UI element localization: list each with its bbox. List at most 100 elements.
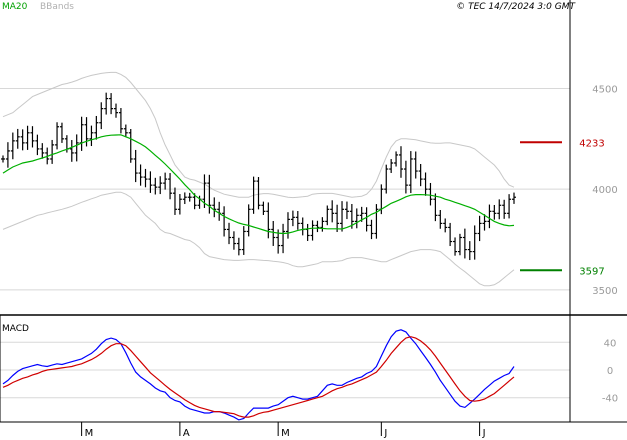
ohlc-bar [433, 193, 438, 222]
ohlc-bar [163, 172, 168, 190]
month-label: M [85, 428, 94, 439]
ohlc-bar [369, 219, 374, 240]
macd-tick-label: -40 [602, 394, 618, 405]
axes: 3500 4000 4500 40 0 -40 M A M J J [0, 0, 627, 439]
ohlc-bar [443, 218, 448, 233]
ohlc-bar [374, 204, 379, 239]
ohlc-bar [305, 223, 310, 241]
price-tick-label: 3500 [592, 286, 617, 297]
month-label: A [183, 428, 190, 439]
ohlc-bar [281, 223, 286, 254]
ohlc-bar [114, 103, 119, 118]
ohlc-bar [143, 168, 148, 188]
ohlc-bar [413, 151, 418, 179]
ohlc-bar [187, 192, 192, 202]
ohlc-bar [25, 125, 30, 150]
ohlc-bar [217, 201, 222, 221]
price-tick-label: 4500 [592, 85, 617, 96]
ohlc-bar [231, 231, 236, 250]
month-label: J [383, 428, 387, 439]
ohlc-bar [1, 155, 5, 163]
ohlc-bar [438, 209, 443, 229]
ohlc-bar [69, 140, 74, 162]
ohlc-bar [172, 187, 177, 215]
ohlc-bar [182, 192, 187, 205]
ohlc-bar [40, 143, 45, 159]
ohlc-bar [15, 128, 20, 149]
ohlc-bar [300, 217, 305, 236]
ohlc-bar [222, 206, 227, 237]
ohlc-bar [507, 194, 512, 219]
ohlc-bar [30, 126, 35, 148]
macd-series-line [2, 329, 515, 421]
ohlc-bar [123, 124, 128, 138]
ohlc-bar [138, 164, 143, 186]
ohlc-bar [168, 173, 173, 200]
ohlc-bar [118, 108, 123, 134]
price-levels: 4233 3597 [520, 138, 605, 277]
ohlc-bar [59, 122, 64, 143]
month-label: M [281, 428, 290, 439]
ohlc-bar [5, 142, 10, 168]
ohlc-bar [457, 233, 462, 256]
macd-panel [2, 329, 515, 421]
ohlc-bar [236, 237, 241, 256]
signal-series-line [2, 336, 515, 418]
ohlc-bar [74, 134, 79, 162]
ohlc-bar [330, 200, 335, 223]
ohlc-bar [325, 205, 330, 226]
ohlc-bar [335, 204, 340, 232]
ohlc-bar [344, 201, 349, 220]
ohlc-bar [128, 128, 133, 163]
ohlc-bar [266, 202, 271, 239]
ohlc-bar [241, 226, 246, 255]
ohlc-bar [512, 192, 516, 204]
ohlc-bar [492, 204, 497, 220]
support-label: 3597 [579, 266, 604, 277]
macd-tick-label: 0 [607, 366, 613, 377]
ohlc-bar [94, 115, 99, 140]
ohlc-bar [453, 237, 458, 256]
price-chart: 4233 3597 3500 4000 4500 40 0 -40 M A M J J MA20 BB… [0, 0, 627, 439]
ohlc-bar [477, 215, 482, 242]
ohlc-bar [99, 102, 104, 130]
ohlc-bar [177, 194, 182, 215]
macd-title: MACD [2, 324, 29, 334]
resistance-label: 4233 [579, 138, 604, 149]
ohlc-bar [394, 151, 399, 167]
ohlc-bars [1, 92, 516, 261]
ohlc-bar [133, 149, 138, 183]
month-label: J [482, 428, 486, 439]
ohlc-bar [462, 228, 467, 259]
ohlc-bar [398, 146, 403, 178]
ohlc-bar [35, 134, 40, 156]
ohlc-bar [340, 201, 345, 232]
ohlc-bar [320, 217, 325, 232]
ohlc-bar [418, 164, 423, 187]
ohlc-bar [502, 199, 507, 219]
bbands-legend-label: BBands [40, 2, 74, 12]
ohlc-bar [256, 177, 261, 210]
ohlc-bar [261, 201, 266, 215]
ohlc-bar [158, 176, 163, 195]
ohlc-bar [271, 220, 276, 246]
ohlc-bar [246, 204, 251, 237]
ohlc-bar [285, 212, 290, 239]
ohlc-bar [497, 199, 502, 220]
ohlc-bar [423, 172, 428, 196]
grid-lines [0, 88, 570, 399]
ohlc-bar [50, 139, 55, 164]
ohlc-bar [290, 210, 295, 227]
ohlc-bar [89, 125, 94, 147]
ohlc-bar [389, 159, 394, 173]
ohlc-bar [472, 225, 477, 260]
ohlc-bar [109, 93, 114, 115]
ohlc-bar [104, 92, 109, 115]
ohlc-bar [428, 182, 433, 206]
ohlc-bar [364, 207, 369, 232]
ohlc-bar [153, 177, 158, 195]
macd-tick-label: 40 [604, 338, 617, 349]
ohlc-bar [310, 220, 315, 241]
ohlc-bar [487, 204, 492, 229]
ohlc-bar [403, 160, 408, 194]
